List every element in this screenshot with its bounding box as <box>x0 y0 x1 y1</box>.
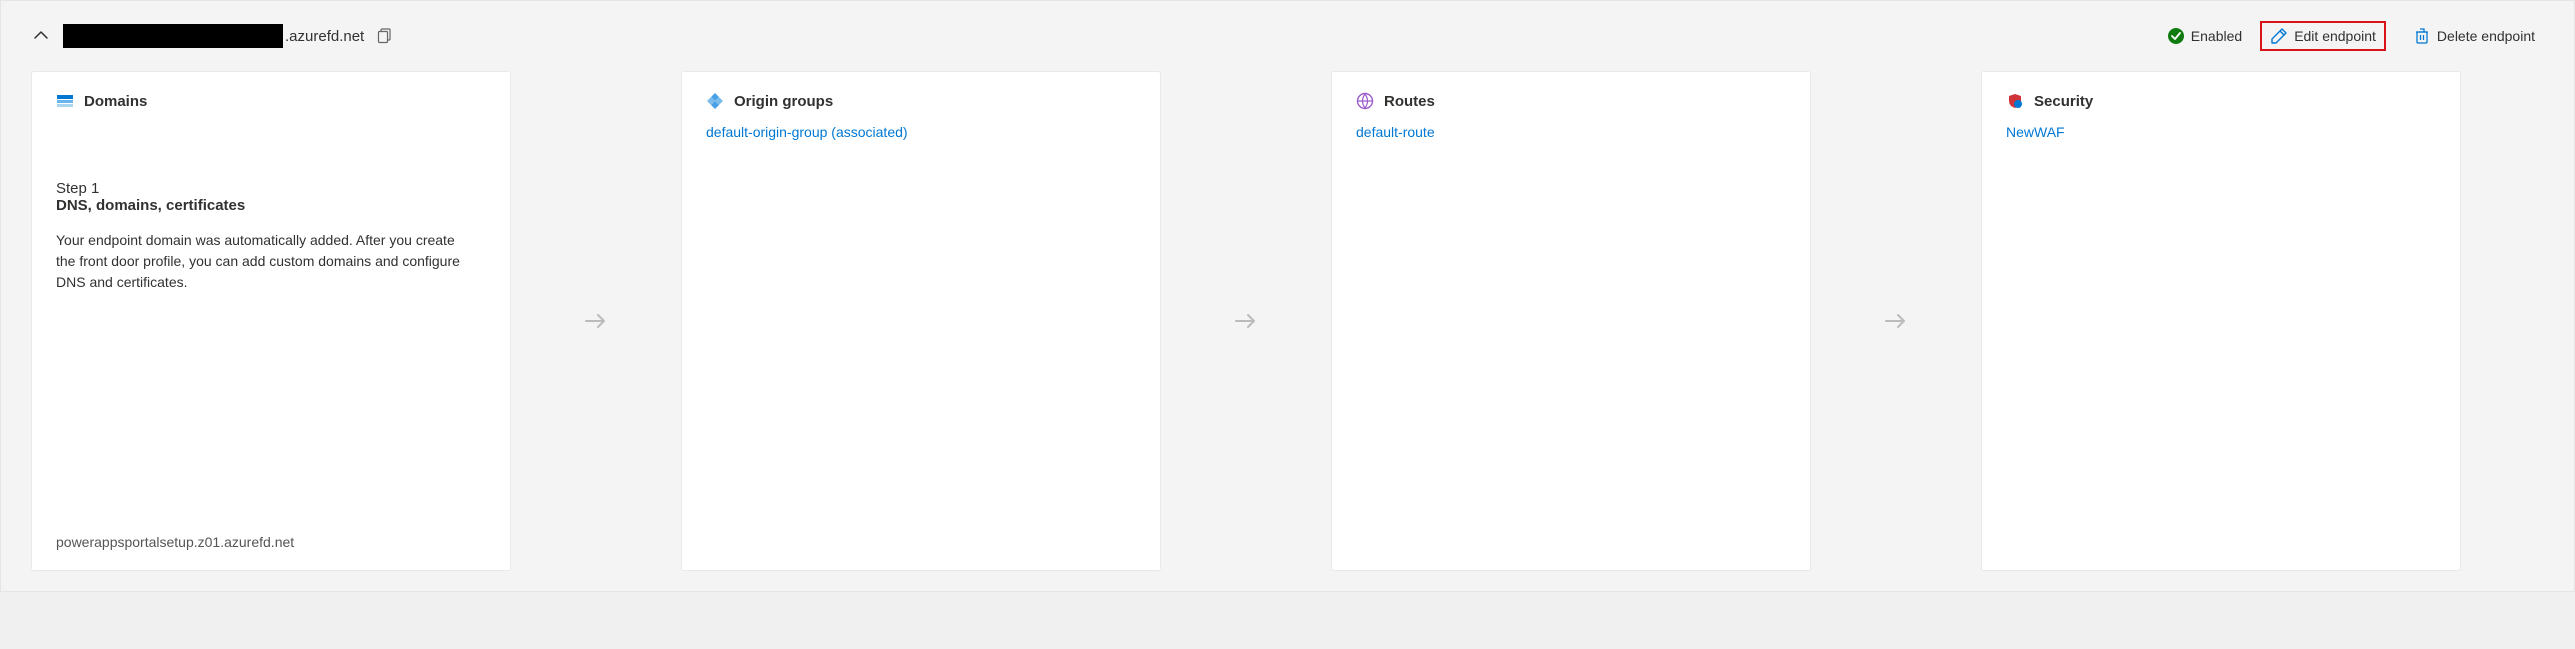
card-origin-groups-header: Origin groups <box>706 92 1136 110</box>
trash-icon <box>2413 27 2431 45</box>
security-icon <box>2006 92 2024 110</box>
panels-row: Domains Step 1 DNS, domains, certificate… <box>31 71 2544 571</box>
collapse-chevron-icon[interactable] <box>31 26 51 46</box>
origin-group-link[interactable]: default-origin-group (associated) <box>706 124 1136 140</box>
redacted-hostname <box>63 24 283 48</box>
step-desc: Your endpoint domain was automatically a… <box>56 230 476 293</box>
card-routes-header: Routes <box>1356 92 1786 110</box>
card-security-header: Security <box>2006 92 2436 110</box>
route-link[interactable]: default-route <box>1356 124 1786 140</box>
card-domains: Domains Step 1 DNS, domains, certificate… <box>31 71 511 571</box>
card-domains-title: Domains <box>84 93 147 110</box>
card-security: Security NewWAF <box>1981 71 2461 571</box>
domains-footer-hostname: powerappsportalsetup.z01.azurefd.net <box>56 534 294 550</box>
card-domains-header: Domains <box>56 92 486 110</box>
domains-icon <box>56 92 74 110</box>
card-origin-groups: Origin groups default-origin-group (asso… <box>681 71 1161 571</box>
domains-step: Step 1 DNS, domains, certificates Your e… <box>56 180 486 293</box>
header-actions: Enabled Edit endpoint Delete endpoint <box>2167 21 2544 51</box>
header-row: .azurefd.net Enabled Edit endpoint <box>31 21 2544 51</box>
card-origin-groups-title: Origin groups <box>734 93 833 110</box>
check-circle-icon <box>2167 27 2185 45</box>
card-routes-title: Routes <box>1384 93 1435 110</box>
delete-endpoint-button[interactable]: Delete endpoint <box>2404 22 2544 50</box>
arrow-icon <box>1811 71 1981 571</box>
card-security-title: Security <box>2034 93 2093 110</box>
security-link[interactable]: NewWAF <box>2006 124 2436 140</box>
pencil-icon <box>2270 27 2288 45</box>
copy-icon[interactable] <box>376 27 394 45</box>
domain-suffix: .azurefd.net <box>285 28 364 45</box>
step-title: DNS, domains, certificates <box>56 197 486 214</box>
delete-endpoint-label: Delete endpoint <box>2437 28 2535 44</box>
routes-icon <box>1356 92 1374 110</box>
origin-groups-icon <box>706 92 724 110</box>
arrow-icon <box>511 71 681 571</box>
card-routes: Routes default-route <box>1331 71 1811 571</box>
endpoint-panel: .azurefd.net Enabled Edit endpoint <box>0 0 2575 592</box>
arrow-icon <box>1161 71 1331 571</box>
step-label: Step 1 <box>56 180 486 197</box>
edit-endpoint-label: Edit endpoint <box>2294 28 2376 44</box>
edit-endpoint-button[interactable]: Edit endpoint <box>2260 21 2386 51</box>
status-label: Enabled <box>2191 28 2242 44</box>
header-left: .azurefd.net <box>31 24 394 48</box>
status-enabled: Enabled <box>2167 27 2242 45</box>
